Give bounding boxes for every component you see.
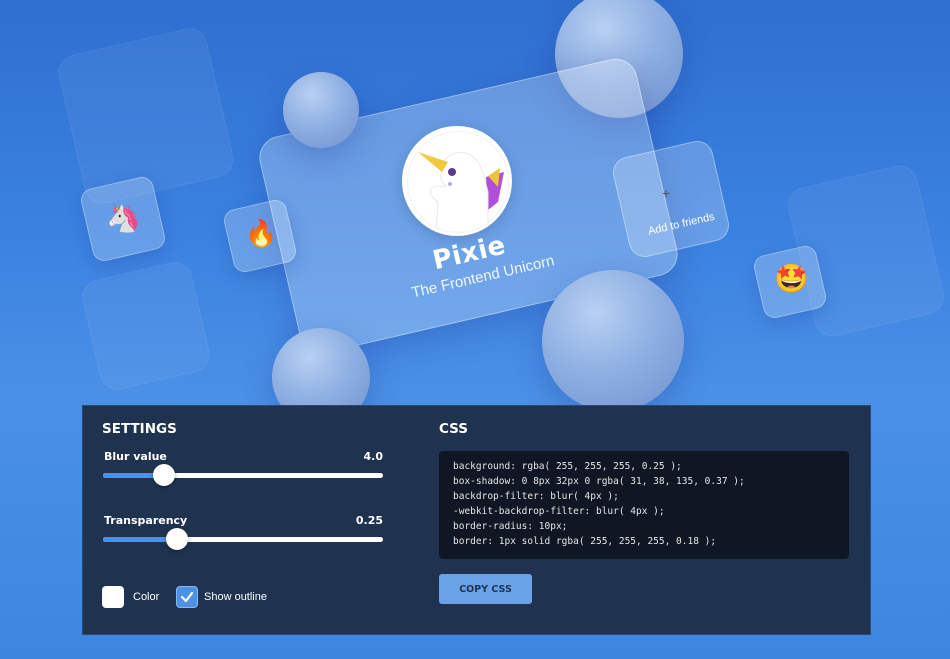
color-label: Color [133, 591, 160, 603]
settings-panel: SETTINGS Blur value 4.0 Transparency 0.2… [82, 405, 871, 635]
blur-slider[interactable] [103, 473, 383, 478]
code-line: backdrop-filter: blur( 4px ); [453, 491, 619, 502]
checkmark-icon [180, 591, 194, 603]
fire-icon: 🔥 [245, 218, 278, 248]
blur-slider-thumb[interactable] [153, 464, 175, 486]
show-outline-checkbox[interactable] [176, 586, 198, 608]
transparency-value: 0.25 [355, 514, 383, 527]
transparency-label: Transparency [104, 514, 188, 527]
blur-label: Blur value [104, 450, 167, 463]
code-line: border-radius: 10px; [453, 521, 568, 532]
background-tile [78, 258, 214, 394]
css-title: CSS [439, 421, 468, 437]
add-friend-tile[interactable] [609, 137, 733, 261]
unicorn-avatar-icon [418, 152, 504, 232]
code-line: border: 1px solid rgba( 255, 255, 255, 0… [453, 536, 717, 547]
code-line: -webkit-backdrop-filter: blur( 4px ); [453, 506, 665, 517]
star-struck-icon: 🤩 [774, 263, 809, 294]
show-outline-label: Show outline [204, 591, 267, 603]
avatar [402, 126, 512, 236]
code-line: box-shadow: 0 8px 32px 0 rgba( 31, 38, 1… [453, 476, 745, 487]
settings-title: SETTINGS [102, 421, 177, 437]
transparency-slider-thumb[interactable] [166, 528, 188, 550]
code-line: background: rgba( 255, 255, 255, 0.25 ); [453, 461, 682, 472]
blur-value: 4.0 [363, 450, 384, 463]
decorative-sphere [283, 72, 359, 148]
unicorn-icon: 🦄 [106, 202, 141, 233]
color-checkbox[interactable] [102, 586, 124, 608]
copy-css-button[interactable]: COPY CSS [439, 574, 532, 604]
css-code-block: background: rgba( 255, 255, 255, 0.25 );… [439, 451, 849, 559]
decorative-sphere [542, 270, 684, 412]
plus-icon: + [662, 185, 671, 201]
transparency-slider[interactable] [103, 537, 383, 542]
